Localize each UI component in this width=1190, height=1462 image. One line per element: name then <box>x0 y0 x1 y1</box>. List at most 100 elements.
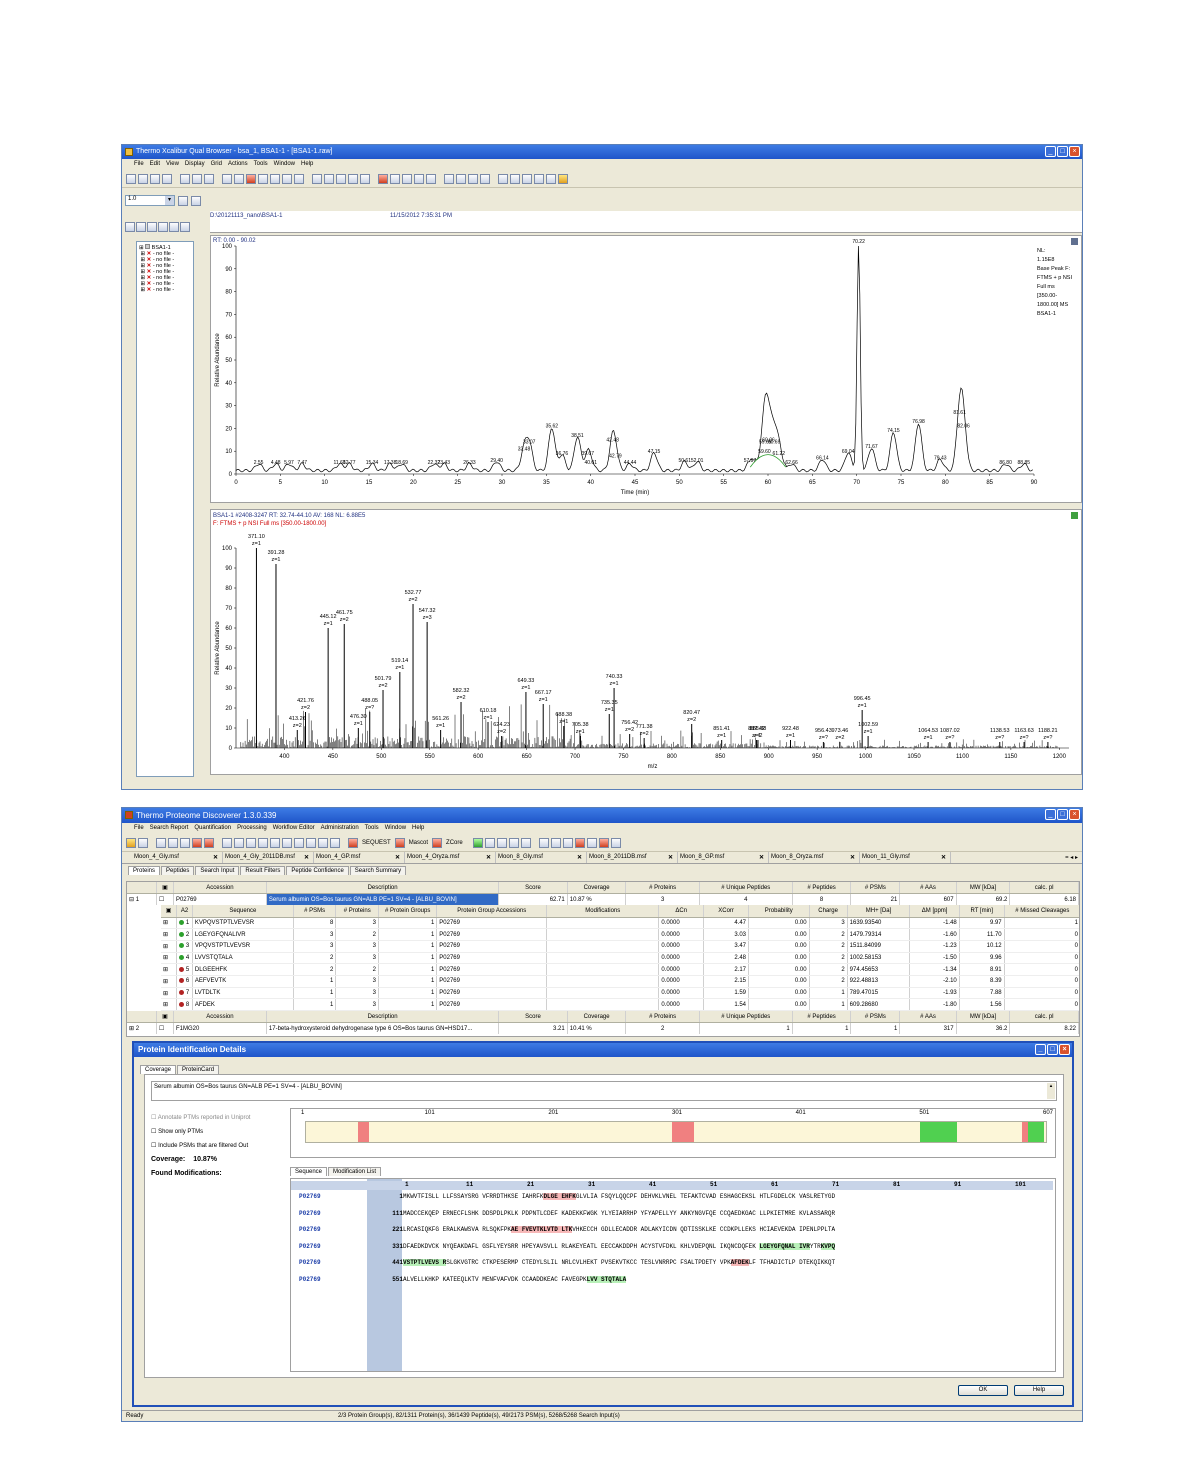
ok-button[interactable]: OK <box>958 1385 1008 1396</box>
col-description[interactable]: Description <box>266 882 500 895</box>
open-folder-icon[interactable] <box>126 837 136 848</box>
peptide-row[interactable]: ⊞ 3 VPQVSTPTLVEVSR 3 3 1 P02769 0.0000 3.47 0.00… <box>161 940 1079 953</box>
paste-icon[interactable] <box>192 173 202 184</box>
layout-7-icon[interactable] <box>294 837 304 848</box>
save-icon[interactable] <box>138 837 148 848</box>
expand-icon[interactable]: ⊞ <box>161 987 178 1000</box>
col-protein-groups[interactable]: # Protein Groups <box>378 905 438 918</box>
tool-h-icon[interactable] <box>562 837 573 848</box>
menu-window[interactable]: Window <box>274 159 295 170</box>
peptide-row[interactable]: ⊞ 6 AEFVEVTK 1 3 1 P02769 0.0000 2.15 0.00 2 922.4… <box>161 975 1079 988</box>
close-tab-icon[interactable]: ✕ <box>304 854 309 861</box>
minimize-button[interactable]: _ <box>1045 146 1056 157</box>
tab-modification-list[interactable]: Modification List <box>328 1167 382 1176</box>
menu-edit[interactable]: Edit <box>150 159 160 170</box>
close-tab-icon[interactable]: ✕ <box>759 854 764 861</box>
info-icon[interactable] <box>558 173 568 184</box>
col-pi[interactable]: calc. pI <box>1009 882 1079 895</box>
undo-icon[interactable] <box>204 173 214 184</box>
export-icon[interactable] <box>150 173 160 184</box>
window-icon[interactable] <box>480 173 490 184</box>
col-proteins-2[interactable]: # Proteins <box>625 1011 700 1024</box>
mascot-icon[interactable] <box>394 837 405 848</box>
xcalibur-titlebar[interactable]: Thermo Xcalibur Qual Browser - bsa_1, BS… <box>122 145 1082 159</box>
layout-4-icon[interactable] <box>258 837 268 848</box>
scale-icon[interactable] <box>282 173 292 184</box>
overlay-icon[interactable] <box>468 173 478 184</box>
sequence-accession[interactable]: P02769 <box>299 1193 321 1200</box>
protein-row-checkbox[interactable]: ☐ <box>156 893 174 906</box>
pin-icon[interactable] <box>390 173 400 184</box>
sequest-button[interactable]: SEQUEST <box>360 840 393 846</box>
col-peptides[interactable]: # Peptides <box>792 882 852 895</box>
layout-6-icon[interactable] <box>282 837 292 848</box>
dialog-titlebar[interactable]: Protein Identification Details _ □ × <box>134 1043 1072 1057</box>
tile-icon[interactable] <box>360 173 370 184</box>
expand-icon[interactable]: ⊞ <box>161 963 178 976</box>
dialog-close-button[interactable]: × <box>1059 1044 1070 1055</box>
file-tab[interactable]: Moon_8_2011DB.msf ✕ <box>587 852 678 863</box>
col-accession-2[interactable]: Accession <box>173 1011 267 1024</box>
stack-icon[interactable] <box>456 173 466 184</box>
pd-titlebar[interactable]: Thermo Proteome Discoverer 1.3.0.339 _ □ × <box>122 808 1082 823</box>
close-button[interactable]: × <box>1069 146 1080 157</box>
col-dcn[interactable]: ΔCn <box>658 905 705 918</box>
tab-search-input[interactable]: Search Input <box>195 866 240 875</box>
menu-file[interactable]: File <box>134 159 144 170</box>
prev-icon[interactable] <box>222 173 232 184</box>
menu-processing[interactable]: Processing <box>237 823 267 834</box>
layout-3-icon[interactable] <box>246 837 256 848</box>
col-accession[interactable]: Accession <box>173 882 267 895</box>
print-icon[interactable] <box>162 173 172 184</box>
file-tab[interactable]: Moon_4_Oryza.msf ✕ <box>405 852 496 863</box>
view-1-icon[interactable] <box>156 837 166 848</box>
sequence-accession[interactable]: P02769 <box>299 1243 321 1250</box>
col-mw-2[interactable]: MW [kDa] <box>956 1011 1011 1024</box>
col-modifications[interactable]: Modifications <box>546 905 660 918</box>
chromatogram-pane[interactable]: RT: 0.00 - 90.02 0 10 20 30 40 50 60 70 80 90 100 0 5… <box>210 235 1082 503</box>
include-psms-checkbox[interactable]: ☐ <box>151 1143 156 1149</box>
close-tab-icon[interactable]: ✕ <box>850 854 855 861</box>
col-a2[interactable]: A2 <box>176 905 193 918</box>
peptide-row[interactable]: ⊞ 1 KVPQVSTPTLVEVSR 8 3 1 P02769 0.0000 4.47 0.0… <box>161 917 1079 930</box>
table-icon[interactable] <box>348 173 358 184</box>
col-unique-peptides[interactable]: # Unique Peptides <box>699 882 793 895</box>
dialog-maximize-button[interactable]: □ <box>1047 1044 1058 1055</box>
tree-item[interactable]: ⊞ ✕ - no file - <box>139 287 193 293</box>
delete-icon[interactable] <box>378 173 388 184</box>
peptide-row[interactable]: ⊞ 5 DLGEEHFK 2 2 1 P02769 0.0000 2.17 0.00 2 974.4… <box>161 963 1079 976</box>
close-tab-icon[interactable]: ✕ <box>395 854 400 861</box>
col-mw[interactable]: MW [kDa] <box>956 882 1011 895</box>
col-xcorr[interactable]: XCorr <box>703 905 749 918</box>
peptide-row[interactable]: ⊞ 7 LVTDLTK 1 3 1 P02769 0.0000 1.59 0.00 1 789.47… <box>161 987 1079 1000</box>
close-tab-icon[interactable]: ✕ <box>668 854 673 861</box>
file-tab[interactable]: Moon_8_GP.msf ✕ <box>678 852 769 863</box>
row-select-icon[interactable]: ▣ <box>156 882 174 895</box>
coverage-region[interactable] <box>1028 1122 1044 1142</box>
filter-icon[interactable] <box>191 195 201 206</box>
row-select-icon-2[interactable]: ▣ <box>156 1011 174 1024</box>
dialog-minimize-button[interactable]: _ <box>1035 1044 1046 1055</box>
col-proteins[interactable]: # Proteins <box>625 882 700 895</box>
pin-icon[interactable] <box>1071 512 1078 519</box>
expand-icon[interactable]: ⊞ <box>161 952 178 965</box>
col-psms[interactable]: # PSMs <box>850 882 901 895</box>
tab-result-filters[interactable]: Result Filters <box>240 866 286 875</box>
tool-l-icon[interactable] <box>610 837 621 848</box>
zcore-icon[interactable] <box>432 837 443 848</box>
mascot-button[interactable]: Mascot <box>407 840 430 846</box>
next-icon[interactable] <box>234 173 244 184</box>
protein-row-checkbox[interactable]: ☐ <box>156 1022 174 1035</box>
col-pep-psms[interactable]: # PSMs <box>293 905 337 918</box>
menu-help[interactable]: Help <box>412 823 424 834</box>
pd-maximize-button[interactable]: □ <box>1057 809 1068 820</box>
col-pi-2[interactable]: calc. pI <box>1009 1011 1079 1024</box>
tool-b-icon[interactable] <box>484 837 495 848</box>
tool-e-icon[interactable] <box>520 837 531 848</box>
peptide-select-icon[interactable]: ▣ <box>161 905 178 918</box>
open-icon[interactable] <box>126 173 136 184</box>
filter-icon[interactable] <box>204 837 214 848</box>
col-charge[interactable]: Charge <box>809 905 848 918</box>
col-description-2[interactable]: Description <box>266 1011 500 1024</box>
workflow-icon[interactable] <box>192 837 202 848</box>
